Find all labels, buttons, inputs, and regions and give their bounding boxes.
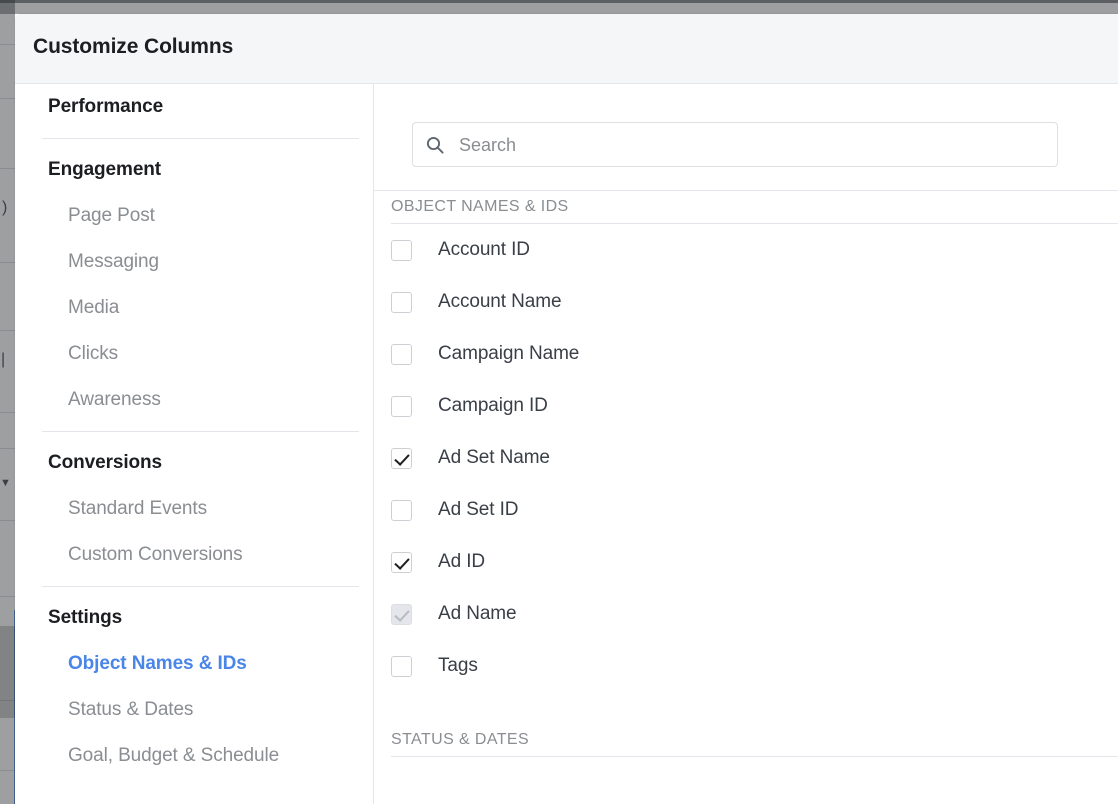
checkbox-campaign-name[interactable] <box>391 343 412 365</box>
sidebar-item-object-names-ids[interactable]: Object Names & IDs <box>15 641 373 687</box>
search-area <box>374 84 1118 191</box>
section-divider <box>391 756 1118 757</box>
option-label: Ad Set ID <box>438 499 519 520</box>
option-row-ad-id[interactable]: Ad ID <box>374 536 1118 588</box>
sidebar-item-awareness[interactable]: Awareness <box>15 377 373 423</box>
sidebar-item-goal-budget-schedule[interactable]: Goal, Budget & Schedule <box>15 733 373 779</box>
sidebar-group-settings: Settings Object Names & IDs Status & Dat… <box>15 595 373 779</box>
sidebar-item-media[interactable]: Media <box>15 285 373 331</box>
option-row-ad-name: Ad Name <box>374 588 1118 640</box>
sidebar-item-custom-conversions[interactable]: Custom Conversions <box>15 532 373 578</box>
checkbox-tags[interactable] <box>391 655 412 677</box>
sidebar-item-messaging[interactable]: Messaging <box>15 239 373 285</box>
option-row-account-id[interactable]: Account ID <box>374 224 1118 276</box>
sidebar-item-standard-events[interactable]: Standard Events <box>15 486 373 532</box>
sidebar-group-performance: Performance <box>15 84 373 130</box>
section-header-status-dates: STATUS & DATES <box>391 731 530 748</box>
option-label: Account Name <box>438 291 562 312</box>
sidebar-divider <box>42 138 359 139</box>
category-sidebar: Performance Engagement Page Post Messagi… <box>15 84 374 804</box>
checkbox-account-name[interactable] <box>391 291 412 313</box>
dialog-header: Customize Columns <box>15 14 1118 84</box>
sidebar-heading-performance[interactable]: Performance <box>15 84 373 130</box>
sidebar-item-status-dates[interactable]: Status & Dates <box>15 687 373 733</box>
option-row-account-name[interactable]: Account Name <box>374 276 1118 328</box>
option-label: Ad Set Name <box>438 447 550 468</box>
sidebar-item-clicks[interactable]: Clicks <box>15 331 373 377</box>
sidebar-group-conversions: Conversions Standard Events Custom Conve… <box>15 440 373 578</box>
sidebar-group-engagement: Engagement Page Post Messaging Media Cli… <box>15 147 373 423</box>
dialog-body: Performance Engagement Page Post Messagi… <box>15 84 1118 804</box>
options-list: OBJECT NAMES & IDS Account ID Account Na… <box>374 191 1118 804</box>
checkbox-ad-set-name[interactable] <box>391 447 412 469</box>
option-label: Campaign Name <box>438 343 580 364</box>
sidebar-item-page-post[interactable]: Page Post <box>15 193 373 239</box>
option-label: Ad ID <box>438 551 486 572</box>
dialog-title: Customize Columns <box>33 35 234 58</box>
sidebar-heading-settings[interactable]: Settings <box>15 595 373 641</box>
modal-scrim-band <box>0 626 15 718</box>
option-row-ad-set-id[interactable]: Ad Set ID <box>374 484 1118 536</box>
checkbox-ad-id[interactable] <box>391 551 412 573</box>
option-label: Account ID <box>438 239 530 260</box>
customize-columns-dialog: Customize Columns Performance Engagement… <box>15 14 1118 804</box>
option-row-ad-set-name[interactable]: Ad Set Name <box>374 432 1118 484</box>
checkbox-campaign-id[interactable] <box>391 395 412 417</box>
checkbox-ad-name <box>391 603 412 625</box>
sidebar-divider <box>42 586 359 587</box>
window-chrome-edge <box>0 0 1118 3</box>
section-header-object-names-ids: OBJECT NAMES & IDS <box>391 198 569 215</box>
option-row-tags[interactable]: Tags <box>374 640 1118 692</box>
checkbox-account-id[interactable] <box>391 239 412 261</box>
column-options-pane: OBJECT NAMES & IDS Account ID Account Na… <box>374 84 1118 804</box>
option-label: Ad Name <box>438 603 517 624</box>
option-row-campaign-id[interactable]: Campaign ID <box>374 380 1118 432</box>
option-label: Tags <box>438 655 478 676</box>
option-label: Campaign ID <box>438 395 548 416</box>
search-box[interactable] <box>412 122 1058 168</box>
sidebar-heading-engagement[interactable]: Engagement <box>15 147 373 193</box>
option-row-campaign-name[interactable]: Campaign Name <box>374 328 1118 380</box>
checkbox-ad-set-id[interactable] <box>391 499 412 521</box>
sidebar-heading-conversions[interactable]: Conversions <box>15 440 373 486</box>
sidebar-divider <box>42 431 359 432</box>
search-input[interactable] <box>457 123 1051 168</box>
search-icon <box>425 135 445 155</box>
